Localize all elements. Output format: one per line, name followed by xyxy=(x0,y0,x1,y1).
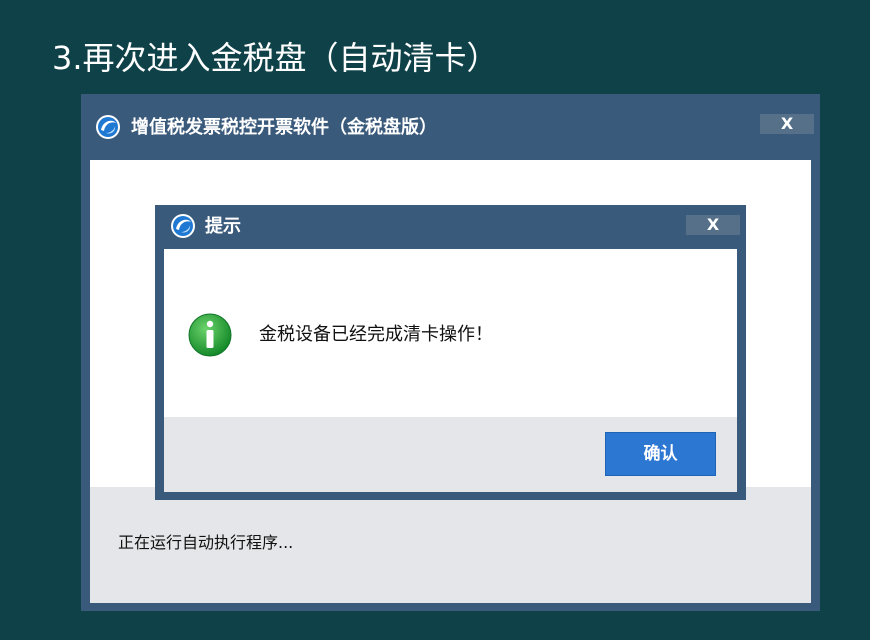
dialog-body: 金税设备已经完成清卡操作！ 确认 xyxy=(164,249,737,492)
close-button[interactable]: X xyxy=(760,114,814,134)
info-icon xyxy=(188,313,232,357)
close-icon: X xyxy=(706,215,720,234)
dialog-close-button[interactable]: X xyxy=(686,215,740,235)
app-logo-icon xyxy=(171,214,195,238)
status-text: 正在运行自动执行程序... xyxy=(118,533,294,552)
prompt-dialog: 提示 X 金税设备已经完成清卡操作！ 确认 xyxy=(155,205,746,500)
app-title: 增值税发票税控开票软件（金税盘版） xyxy=(131,117,437,138)
main-titlebar: 增值税发票税控开票软件（金税盘版） X xyxy=(81,94,820,160)
slide-title: 3.再次进入金税盘（自动清卡） xyxy=(52,39,499,77)
app-logo-icon xyxy=(96,115,120,139)
confirm-button[interactable]: 确认 xyxy=(605,432,716,476)
dialog-message: 金税设备已经完成清卡操作！ xyxy=(259,324,493,345)
dialog-title: 提示 xyxy=(205,216,241,237)
close-icon: X xyxy=(780,114,794,133)
